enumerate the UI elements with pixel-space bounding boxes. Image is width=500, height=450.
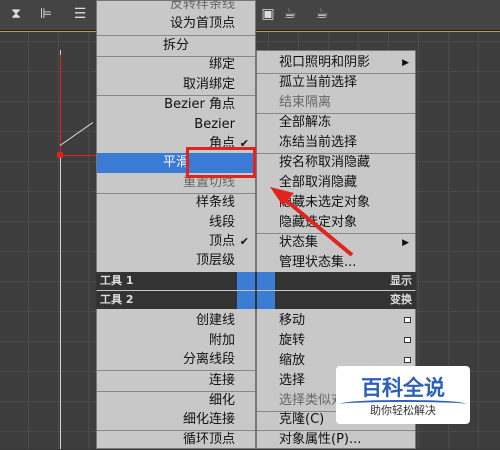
arrow-shaft bbox=[280, 195, 354, 257]
watermark-title: 百科全说 bbox=[361, 376, 445, 400]
watermark-logo: 百科全说 助你轻松解决 bbox=[336, 366, 470, 424]
watermark-subtitle: 助你轻松解决 bbox=[370, 404, 436, 417]
